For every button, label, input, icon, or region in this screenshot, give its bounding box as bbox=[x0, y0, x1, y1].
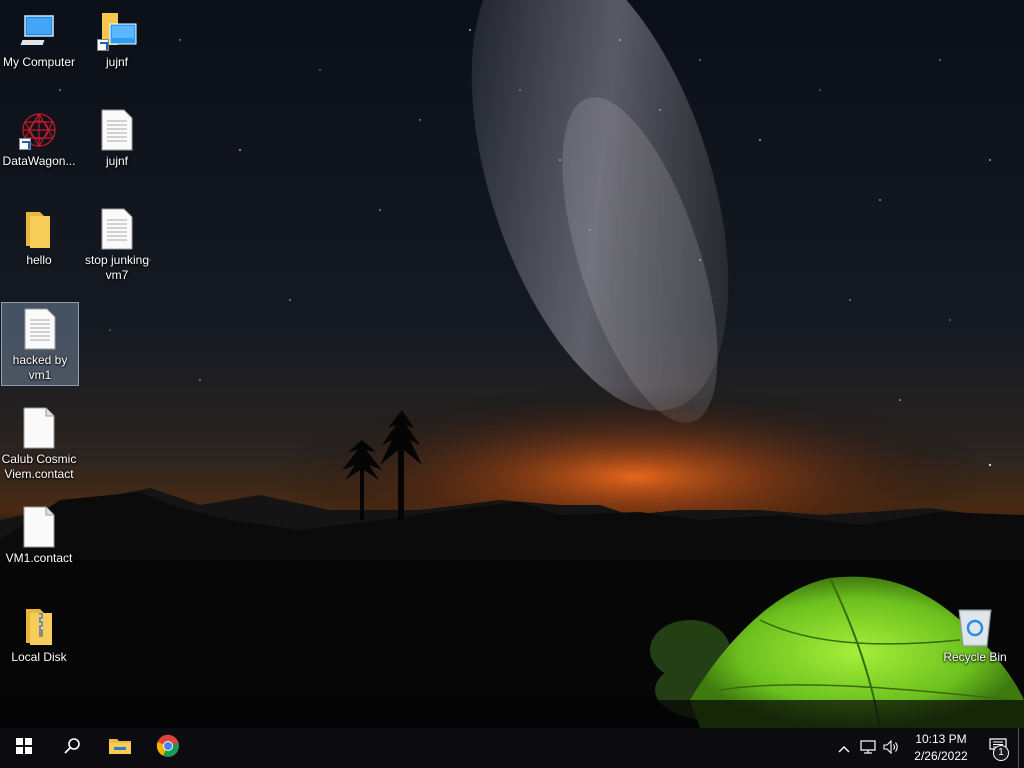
desktop-icon-label: Recycle Bin bbox=[943, 650, 1007, 664]
chrome-icon bbox=[156, 734, 180, 763]
chrome-button[interactable] bbox=[144, 728, 192, 768]
desktop-icon-label: stop junking vm7 bbox=[84, 253, 150, 282]
desktop-icon-local-disk[interactable]: Local Disk bbox=[0, 599, 78, 683]
desktop-icon-jujnf-folder[interactable]: jujnf bbox=[78, 4, 156, 88]
recycle-bin-icon bbox=[953, 604, 997, 648]
folder-icon bbox=[17, 207, 61, 251]
clock-time: 10:13 PM bbox=[915, 732, 967, 746]
desktop-icon-label: My Computer bbox=[2, 55, 76, 69]
chevron-up-icon bbox=[838, 741, 850, 756]
folder-shortcut-icon bbox=[95, 9, 139, 53]
blank-file-icon bbox=[17, 505, 61, 549]
zip-folder-icon bbox=[17, 604, 61, 648]
start-icon bbox=[16, 737, 32, 759]
network-button[interactable] bbox=[856, 728, 880, 768]
file-explorer-icon bbox=[108, 736, 132, 761]
desktop-icon-jujnf-file[interactable]: jujnf bbox=[78, 103, 156, 187]
computer-icon bbox=[17, 9, 61, 53]
volume-button[interactable] bbox=[880, 728, 904, 768]
shortcut-arrow-icon bbox=[97, 39, 109, 51]
file-explorer-button[interactable] bbox=[96, 728, 144, 768]
desktop-icon-my-computer[interactable]: My Computer bbox=[0, 4, 78, 88]
taskbar: 10:13 PM 2/26/2022 1 bbox=[0, 728, 1024, 768]
search-icon bbox=[63, 737, 81, 760]
text-file-icon bbox=[18, 307, 62, 351]
system-tray: 10:13 PM 2/26/2022 1 bbox=[832, 728, 1024, 768]
network-icon bbox=[860, 739, 876, 757]
blank-file-icon bbox=[17, 406, 61, 450]
notification-count-badge: 1 bbox=[993, 745, 1009, 761]
desktop-icon-label: jujnf bbox=[105, 154, 128, 168]
desktop-icon-label: DataWagon... bbox=[2, 154, 76, 168]
desktop-icon-hello[interactable]: hello bbox=[0, 202, 78, 286]
desktop-icon-label: hacked by vm1 bbox=[12, 353, 68, 382]
shortcut-arrow-icon bbox=[19, 138, 31, 150]
action-center-button[interactable]: 1 bbox=[978, 728, 1018, 768]
desktop-icon-recycle-bin[interactable]: Recycle Bin bbox=[936, 599, 1014, 683]
text-file-icon bbox=[95, 108, 139, 152]
show-desktop-button[interactable] bbox=[1018, 728, 1024, 768]
clock-date: 2/26/2022 bbox=[914, 749, 968, 763]
desktop-icon-label: jujnf bbox=[105, 55, 128, 69]
desktop-icon-calub-contact[interactable]: Calub Cosmic Viem.contact bbox=[0, 401, 78, 485]
clock[interactable]: 10:13 PM 2/26/2022 bbox=[904, 731, 978, 765]
desktop-icon-label: Calub Cosmic Viem.contact bbox=[1, 452, 77, 481]
desktop-icon-label: Local Disk bbox=[11, 650, 67, 664]
desktop-icon-hacked-by-vm1[interactable]: hacked by vm1 bbox=[1, 302, 79, 386]
desktop-icon-datawagon[interactable]: DataWagon... bbox=[0, 103, 78, 187]
speaker-icon bbox=[883, 739, 901, 757]
show-hidden-icons-button[interactable] bbox=[832, 728, 856, 768]
desktop-icon-stop-junking-vm7[interactable]: stop junking vm7 bbox=[78, 202, 156, 286]
desktop-icon-label: hello bbox=[26, 253, 52, 267]
search-button[interactable] bbox=[48, 728, 96, 768]
start-button[interactable] bbox=[0, 728, 48, 768]
text-file-icon bbox=[95, 207, 139, 251]
desktop-icon-vm1-contact[interactable]: VM1.contact bbox=[0, 500, 78, 584]
datawagon-icon bbox=[17, 108, 61, 152]
desktop-icon-label: VM1.contact bbox=[5, 551, 73, 565]
